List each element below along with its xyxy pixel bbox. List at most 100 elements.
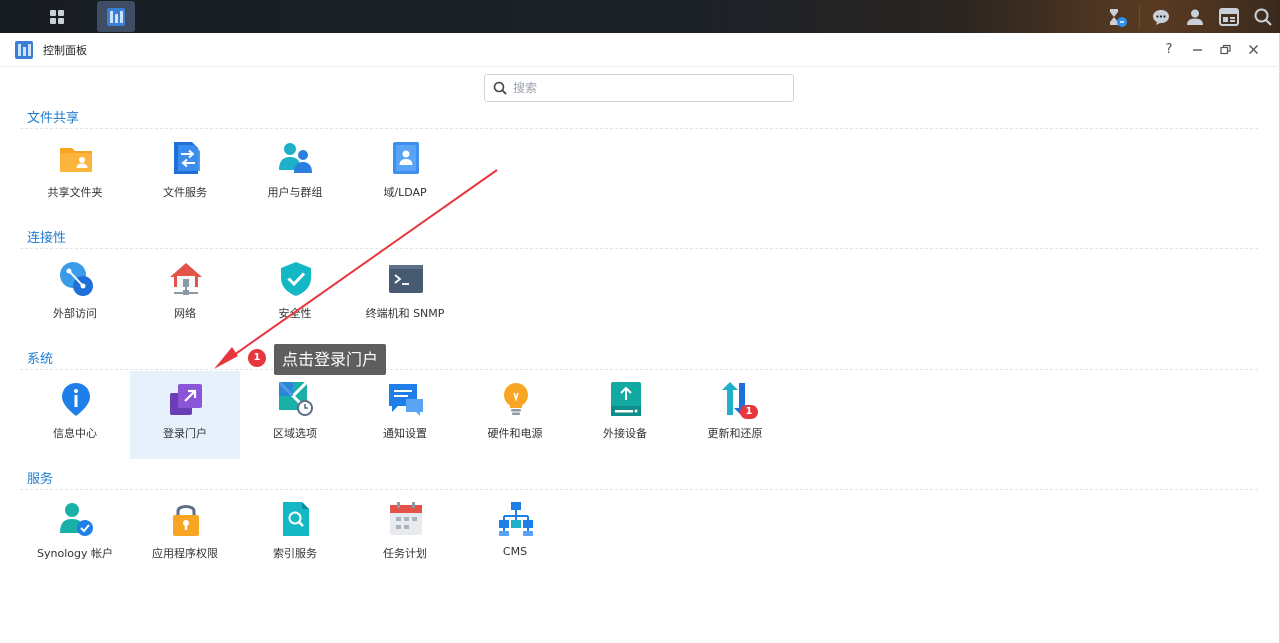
widgets-icon [1219, 7, 1239, 26]
chat-icon [1153, 9, 1169, 25]
restore-icon [1219, 44, 1231, 54]
close-icon [1248, 44, 1258, 54]
shared-folder-icon [60, 148, 92, 172]
tile-external-access[interactable]: 外部访问 [20, 251, 130, 339]
tile-label: 更新和还原 [707, 427, 763, 440]
tile-task-scheduler[interactable]: 任务计划 [350, 491, 460, 579]
help-button[interactable]: ? [1160, 39, 1178, 59]
tile-indexing-service[interactable]: 索引服务 [240, 491, 350, 579]
taskbar [0, 0, 1280, 33]
indexing-service-icon [283, 502, 309, 536]
annotation-tooltip: 点击登录门户 [274, 344, 387, 375]
section-title-system: 系统 [27, 352, 54, 367]
control-panel-icon [15, 41, 33, 59]
user-button[interactable] [1178, 0, 1212, 33]
tile-label: 安全性 [278, 307, 312, 320]
tile-file-services[interactable]: 文件服务 [130, 130, 240, 218]
tile-label: 外部访问 [53, 307, 97, 320]
tile-regional-options[interactable]: 区域选项 [240, 371, 350, 459]
cms-icon [499, 502, 533, 536]
tile-login-portal[interactable]: 登录门户 [130, 371, 240, 459]
section-title-file-sharing: 文件共享 [27, 111, 80, 126]
file-services-icon [174, 142, 200, 174]
tile-label: Synology 帐户 [37, 547, 113, 560]
tile-label: 通知设置 [383, 427, 427, 440]
tile-shared-folder[interactable]: 共享文件夹 [20, 130, 130, 218]
network-icon [170, 263, 202, 295]
tile-label: 共享文件夹 [47, 186, 103, 199]
tile-label: 硬件和电源 [487, 427, 543, 440]
login-portal-icon [170, 384, 202, 415]
tile-security[interactable]: 安全性 [240, 251, 350, 339]
help-icon: ? [1165, 41, 1173, 57]
regional-options-icon [278, 381, 313, 416]
tile-label: 登录门户 [163, 427, 207, 440]
control-panel-window: 控制面板 ? 文件共享 [0, 33, 1280, 643]
section-title-connectivity: 连接性 [27, 231, 67, 246]
task-scheduler-icon [390, 502, 422, 535]
security-shield-icon [281, 262, 311, 296]
section-divider [20, 248, 1258, 249]
tile-label: CMS [502, 545, 528, 558]
app-privileges-icon [173, 505, 199, 536]
user-icon [1187, 9, 1203, 25]
widgets-button[interactable] [1212, 0, 1246, 33]
assistant-icon [1110, 8, 1127, 27]
tile-cms[interactable]: CMS [460, 491, 570, 579]
hardware-power-icon [504, 383, 528, 415]
tile-network[interactable]: 网络 [130, 251, 240, 339]
control-panel-icon [107, 7, 125, 26]
window-title: 控制面板 [43, 44, 87, 57]
domain-ldap-icon [393, 142, 419, 174]
tile-notification[interactable]: 通知设置 [350, 371, 460, 459]
minimize-button[interactable] [1188, 39, 1206, 59]
tile-synology-account[interactable]: Synology 帐户 [20, 491, 130, 579]
close-button[interactable] [1244, 39, 1262, 59]
tile-label: 终端机和 SNMP [365, 307, 445, 320]
tile-app-privileges[interactable]: 应用程序权限 [130, 491, 240, 579]
synology-assistant-button[interactable] [1101, 0, 1135, 33]
window-controls: ? [1160, 39, 1262, 59]
global-search-button[interactable] [1246, 0, 1280, 33]
tile-label: 网络 [174, 307, 196, 320]
tile-label: 区域选项 [273, 427, 317, 440]
external-access-icon [60, 262, 93, 296]
window-titlebar: 控制面板 ? [0, 33, 1280, 67]
tile-label: 外接设备 [603, 427, 647, 440]
terminal-icon [389, 265, 423, 293]
section-divider [20, 369, 1258, 370]
tile-hardware-power[interactable]: 硬件和电源 [460, 371, 570, 459]
main-menu-button[interactable] [38, 1, 76, 32]
taskbar-control-panel-button[interactable] [97, 1, 135, 32]
tile-label: 文件服务 [163, 186, 207, 199]
section-divider [20, 489, 1258, 490]
restore-button[interactable] [1216, 39, 1234, 59]
section-divider [20, 128, 1258, 129]
external-devices-icon [611, 382, 641, 416]
tile-label: 信息中心 [53, 427, 97, 440]
search-box[interactable] [484, 74, 794, 102]
tile-label: 用户与群组 [267, 186, 323, 199]
tile-label: 索引服务 [273, 547, 317, 560]
tile-users-groups[interactable]: 用户与群组 [240, 130, 350, 218]
tile-terminal-snmp[interactable]: 终端机和 SNMP [350, 251, 460, 339]
tile-info-center[interactable]: 信息中心 [20, 371, 130, 459]
info-center-icon [62, 383, 90, 416]
search-input[interactable] [513, 78, 783, 98]
annotation-step-number: 1 [248, 349, 266, 367]
search-icon [493, 81, 507, 95]
tile-external-devices[interactable]: 外接设备 [570, 371, 680, 459]
grid-icon [50, 9, 64, 24]
section-title-services: 服务 [27, 472, 54, 487]
chat-button[interactable] [1144, 0, 1178, 33]
tile-label: 域/LDAP [383, 186, 427, 199]
tile-domain-ldap[interactable]: 域/LDAP [350, 130, 460, 218]
update-badge: 1 [740, 405, 758, 419]
tile-update-restore[interactable]: 1 更新和还原 [680, 371, 790, 459]
taskbar-separator [1139, 5, 1140, 28]
tile-label: 应用程序权限 [152, 547, 218, 560]
notification-icon [389, 384, 423, 416]
search-icon [1254, 8, 1272, 26]
synology-account-icon [60, 503, 93, 536]
users-groups-icon [279, 143, 312, 173]
